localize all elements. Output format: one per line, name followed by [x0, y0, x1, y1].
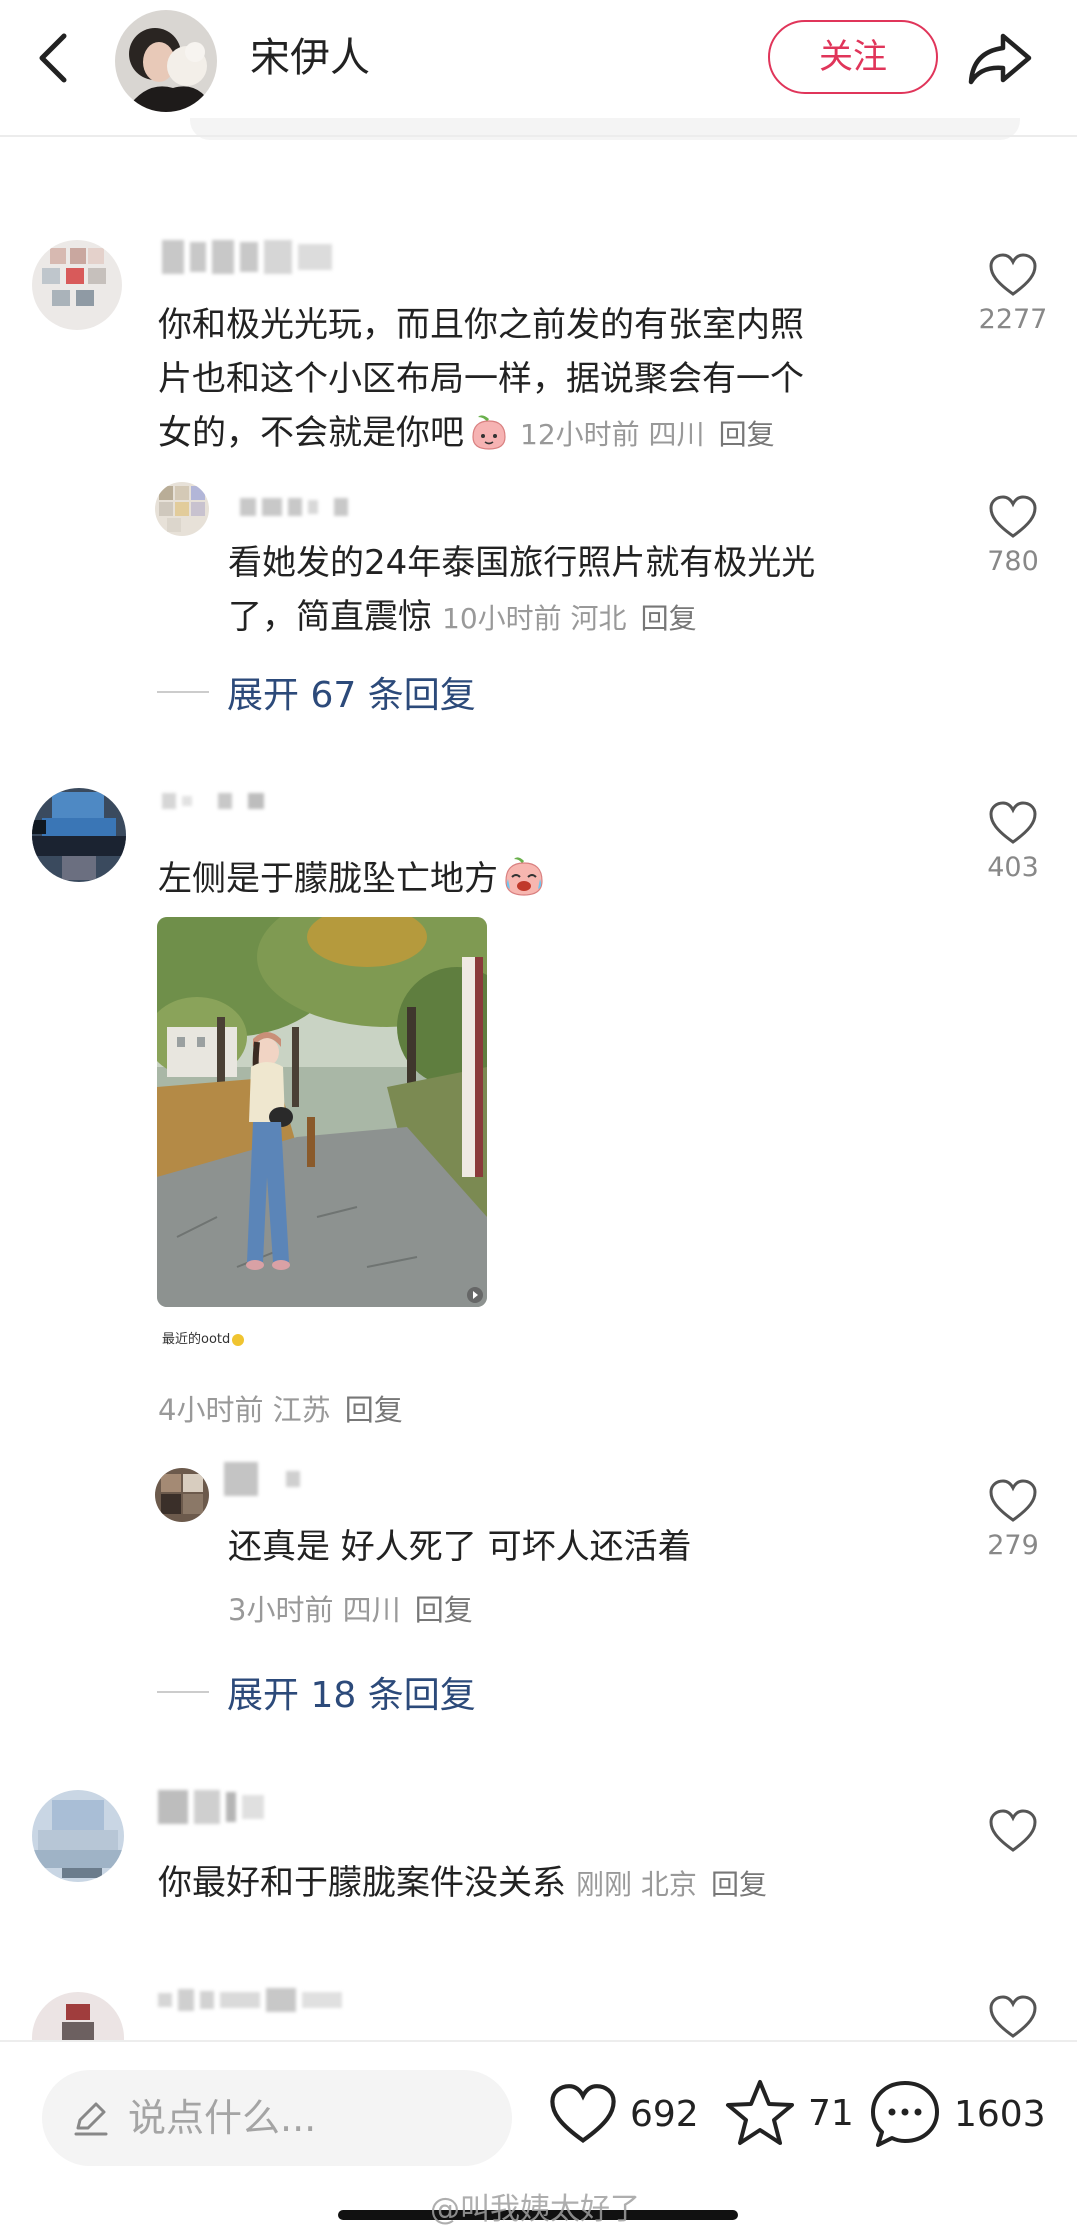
replier-name-blurred[interactable]	[224, 1462, 300, 1496]
expand-replies-label[interactable]: 展开 67 条回复	[227, 666, 476, 718]
reply-like-button[interactable]: 780	[968, 494, 1058, 577]
reply-like-button[interactable]: 279	[968, 1478, 1058, 1561]
replier-avatar[interactable]	[155, 1468, 209, 1522]
like-count: 780	[987, 546, 1039, 577]
reply-link[interactable]: 回复	[719, 418, 775, 451]
like-count: 403	[987, 852, 1039, 883]
post-comment-count: 1603	[954, 2093, 1046, 2135]
like-count: 279	[987, 1530, 1039, 1561]
crying-laughing-emoji-icon	[505, 856, 543, 896]
photo-caption: 最近的ootd	[162, 1328, 245, 1347]
commenter-name-blurred[interactable]	[162, 793, 264, 809]
share-icon[interactable]	[965, 28, 1035, 88]
reply-link[interactable]: 回复	[641, 602, 697, 635]
commenter-avatar[interactable]	[32, 1790, 124, 1882]
commenter-avatar[interactable]	[32, 1992, 124, 2040]
commenter-name-blurred[interactable]	[158, 1988, 342, 2012]
comment-like-button[interactable]	[968, 1808, 1058, 1854]
watermark-text: @叫我姨太好了	[430, 2192, 640, 2227]
pencil-icon	[74, 2102, 108, 2136]
header-divider	[0, 135, 1077, 137]
expand-dash	[157, 691, 209, 693]
commenter-name-blurred[interactable]	[158, 1790, 264, 1824]
comment-text: 你和极光光玩，而且你之前发的有张室内照 片也和这个小区布局一样，据说聚会有一个 …	[158, 305, 804, 453]
follow-button[interactable]: 关注	[768, 20, 938, 94]
top-bar: 宋伊人 关注	[0, 0, 1077, 135]
expand-replies-link[interactable]: 展开 67 条回复	[157, 666, 476, 718]
comment-meta: 4小时前 江苏 回复	[158, 1393, 403, 1427]
heart-icon	[989, 1479, 1037, 1522]
peach-face-emoji-icon	[472, 414, 506, 450]
bottom-divider	[0, 2040, 1077, 2042]
heart-icon	[989, 495, 1037, 538]
heart-icon	[989, 801, 1037, 844]
author-name[interactable]: 宋伊人	[250, 30, 370, 86]
post-favorite-button[interactable]: 71	[724, 2078, 854, 2148]
comment-text: 你最好和于朦胧案件没关系 刚刚 北京 回复	[158, 1863, 767, 1903]
star-icon	[726, 2080, 794, 2145]
post-like-button[interactable]: 692	[548, 2082, 699, 2146]
heart-icon	[550, 2084, 616, 2143]
comment-input-placeholder[interactable]: 说点什么...	[128, 2092, 316, 2144]
reply-meta: 3小时前 四川 回复	[228, 1593, 473, 1627]
author-avatar[interactable]	[115, 10, 217, 112]
comment-like-button[interactable]	[968, 1994, 1058, 2040]
expand-dash	[157, 1691, 209, 1693]
comment-attached-photo[interactable]	[157, 917, 487, 1307]
expand-replies-label[interactable]: 展开 18 条回复	[227, 1666, 476, 1718]
commenter-name-blurred[interactable]	[162, 240, 332, 274]
reply-link[interactable]: 回复	[345, 1393, 403, 1427]
reply-link[interactable]: 回复	[711, 1868, 767, 1901]
grinning-emoji-icon	[232, 1333, 245, 1346]
commenter-avatar[interactable]	[32, 240, 122, 330]
expand-replies-link[interactable]: 展开 18 条回复	[157, 1666, 476, 1718]
back-arrow-icon[interactable]	[30, 30, 80, 86]
commenter-avatar[interactable]	[32, 788, 126, 882]
reply-text: 看她发的24年泰国旅行照片就有极光光 了，简直震惊 10小时前 河北 回复	[228, 543, 816, 637]
comment-text: 左侧是于朦胧坠亡地方	[158, 852, 546, 906]
replier-name-blurred[interactable]	[240, 498, 348, 516]
comment-like-button[interactable]: 403	[968, 800, 1058, 883]
heart-icon	[989, 1809, 1037, 1852]
like-count: 2277	[978, 304, 1048, 335]
post-like-count: 692	[630, 2093, 699, 2135]
heart-icon	[989, 253, 1037, 296]
replier-avatar[interactable]	[155, 482, 209, 536]
comment-bubble-icon	[871, 2081, 939, 2147]
heart-icon	[989, 1995, 1037, 2038]
post-comment-button[interactable]: 1603	[868, 2078, 1046, 2150]
post-favorite-count: 71	[808, 2092, 854, 2134]
comment-like-button[interactable]: 2277	[968, 252, 1058, 335]
reply-link[interactable]: 回复	[415, 1593, 473, 1627]
reply-text: 还真是 好人死了 可坏人还活着	[228, 1527, 692, 1567]
